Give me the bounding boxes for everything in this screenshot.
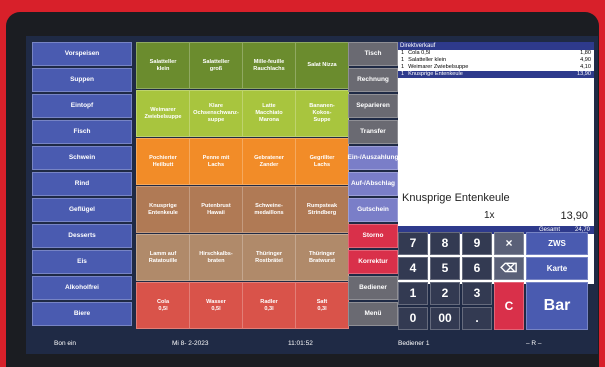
pos-screen: Vorspeisen Suppen Eintopf Fisch Schwein Rind G… <box>26 36 598 354</box>
keypad-key[interactable]: ZWS <box>526 232 588 255</box>
product-button[interactable]: Salatteller groß <box>189 42 243 89</box>
product-button[interactable]: Wasser 0,5l <box>189 282 243 329</box>
category-button[interactable]: Desserts <box>32 224 132 248</box>
status-left: Bon ein <box>54 340 77 347</box>
order-price: 1,80 <box>580 50 591 56</box>
status-user: Bediener 1 <box>398 340 430 347</box>
keypad-key[interactable]: 0 <box>398 307 428 330</box>
function-button[interactable]: Transfer <box>348 120 398 144</box>
product-button[interactable]: Hirschkalbs- braten <box>189 234 243 281</box>
order-price: 4,90 <box>580 57 591 63</box>
keypad-key[interactable]: × <box>494 232 524 255</box>
product-button[interactable]: Gebratener Zander <box>242 138 296 185</box>
order-qty: 1 <box>401 50 405 56</box>
product-button[interactable]: Rumpsteak Strindberg <box>295 186 349 233</box>
product-button[interactable]: Gegrillter Lachs <box>295 138 349 185</box>
function-button[interactable]: Storno <box>348 224 398 248</box>
keypad-key[interactable]: 1 <box>398 282 428 305</box>
selected-item-name: Knusprige Entenkeule <box>402 192 510 204</box>
keypad-key[interactable]: 9 <box>462 232 492 255</box>
product-button[interactable]: Mille-feuille Rauchlachs <box>242 42 296 89</box>
function-button[interactable]: Rechnung <box>348 68 398 92</box>
category-button[interactable]: Biere <box>32 302 132 326</box>
product-button[interactable]: Thüringer Bratwurst <box>295 234 349 281</box>
order-name: Cola 0,5l <box>408 50 431 56</box>
function-button[interactable]: Gutschein <box>348 198 398 222</box>
status-time: 11:01:52 <box>288 340 313 347</box>
keypad-key[interactable]: 8 <box>430 232 460 255</box>
product-button[interactable]: Schweine- medaillons <box>242 186 296 233</box>
category-button[interactable]: Alkoholfrei <box>32 276 132 300</box>
order-qty: 1 <box>401 64 405 70</box>
product-button[interactable]: Bananen- Kokos- Suppe <box>295 90 349 137</box>
keypad-key[interactable]: 5 <box>430 257 460 280</box>
product-button[interactable]: Pochierter Heilbutt <box>136 138 190 185</box>
product-button[interactable]: Putenbrust Hawaii <box>189 186 243 233</box>
product-button[interactable]: Lamm auf Ratatouille <box>136 234 190 281</box>
category-button[interactable]: Vorspeisen <box>32 42 132 66</box>
category-button[interactable]: Eis <box>32 250 132 274</box>
product-button[interactable]: Knusprige Entenkeule <box>136 186 190 233</box>
product-button[interactable]: Weimarer Zwiebelsuppe <box>136 90 190 137</box>
product-button[interactable]: Salat Nizza <box>295 42 349 89</box>
function-button[interactable]: Tisch <box>348 42 398 66</box>
product-button[interactable]: Cola 0,5l <box>136 282 190 329</box>
function-button[interactable]: Bediener <box>348 276 398 300</box>
product-button[interactable]: Thüringer Rostbrätel <box>242 234 296 281</box>
order-row[interactable]: 1 Knusprige Entenkeule 13,90 <box>398 71 594 78</box>
keypad-key[interactable]: 00 <box>430 307 460 330</box>
order-row[interactable]: 1 Weimarer Zwiebelsuppe 4,10 <box>398 64 594 71</box>
keypad-key[interactable]: 4 <box>398 257 428 280</box>
status-date: Mi 8- 2-2023 <box>172 340 209 347</box>
keypad-key[interactable]: Bar <box>526 282 588 330</box>
order-price: 4,10 <box>580 64 591 70</box>
keypad-key[interactable]: C <box>494 282 524 330</box>
category-button[interactable]: Suppen <box>32 68 132 92</box>
keypad-key[interactable]: 7 <box>398 232 428 255</box>
function-button[interactable]: Korrektur <box>348 250 398 274</box>
keypad-key[interactable]: Karte <box>526 257 588 280</box>
product-button[interactable]: Saft 0,3l <box>295 282 349 329</box>
status-right: – R – <box>526 340 542 347</box>
order-qty: 1 <box>401 71 405 77</box>
order-name: Salatteller klein <box>408 57 447 63</box>
category-button[interactable]: Fisch <box>32 120 132 144</box>
category-button[interactable]: Schwein <box>32 146 132 170</box>
product-button[interactable]: Penne mit Lachs <box>189 138 243 185</box>
keypad-key[interactable]: 3 <box>462 282 492 305</box>
function-button[interactable]: Auf-/Abschlag <box>348 172 398 196</box>
keypad-key[interactable]: ⌫ <box>494 257 524 280</box>
keypad-key[interactable]: 6 <box>462 257 492 280</box>
product-button[interactable]: Radler 0,3l <box>242 282 296 329</box>
selected-item-qty: 1x <box>484 210 495 221</box>
product-button[interactable]: Klare Ochsenschwanz- suppe <box>189 90 243 137</box>
category-button[interactable]: Rind <box>32 172 132 196</box>
function-button[interactable]: Ein-/Auszahlung <box>348 146 398 170</box>
order-header: Direktverkauf <box>398 42 594 50</box>
keypad-key[interactable]: . <box>462 307 492 330</box>
order-qty: 1 <box>401 57 405 63</box>
category-button[interactable]: Eintopf <box>32 94 132 118</box>
order-row[interactable]: 1 Cola 0,5l 1,80 <box>398 50 594 57</box>
category-button[interactable]: Geflügel <box>32 198 132 222</box>
product-button[interactable]: Salatteller klein <box>136 42 190 89</box>
order-name: Weimarer Zwiebelsuppe <box>408 64 469 70</box>
product-button[interactable]: Latte Macchiato Marona <box>242 90 296 137</box>
order-price: 13,90 <box>577 71 591 77</box>
function-button[interactable]: Menü <box>348 302 398 326</box>
keypad-key[interactable]: 2 <box>430 282 460 305</box>
order-name: Knusprige Entenkeule <box>408 71 463 77</box>
order-row[interactable]: 1 Salatteller klein 4,90 <box>398 57 594 64</box>
function-button[interactable]: Separieren <box>348 94 398 118</box>
selected-item-price: 13,90 <box>560 210 588 222</box>
